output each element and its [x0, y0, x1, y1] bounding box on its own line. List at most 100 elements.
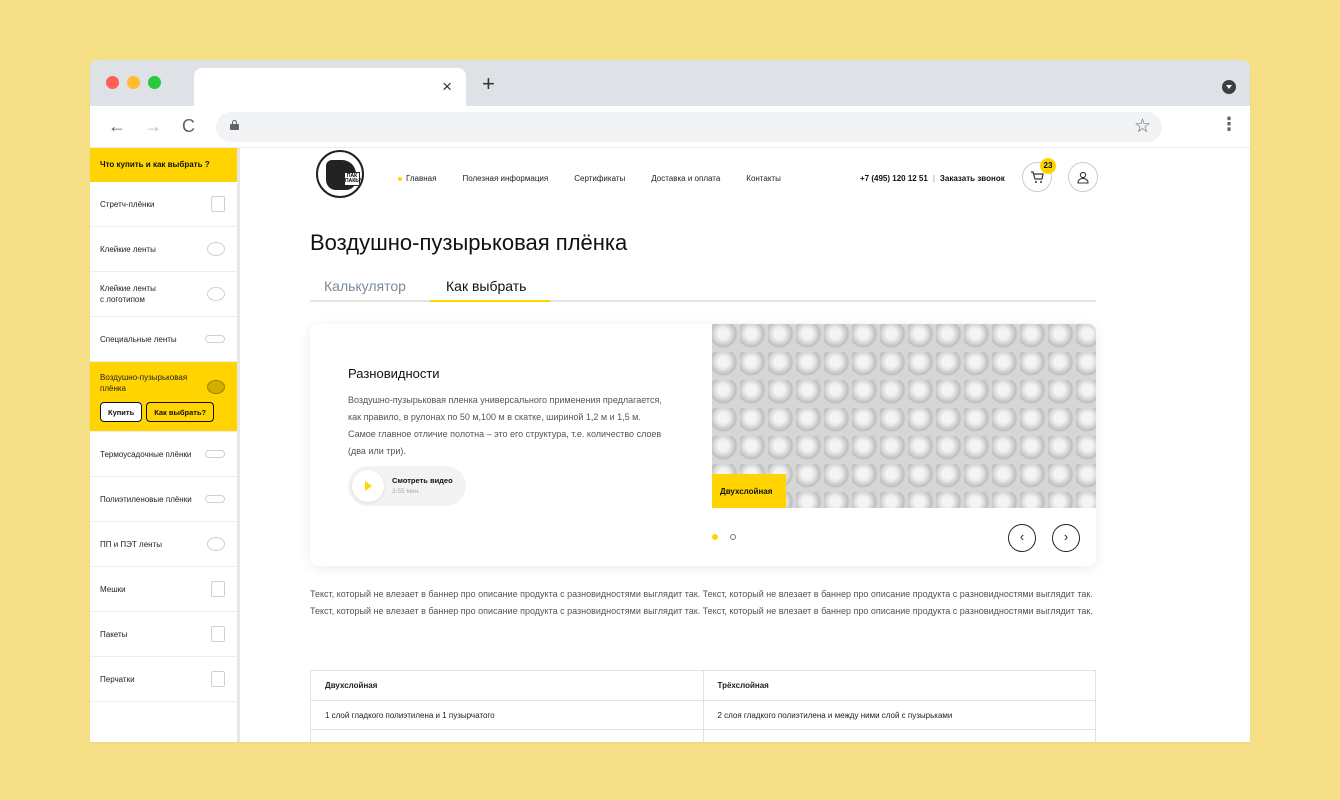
sidebar-item-label: Термоусадочные плёнки	[100, 449, 192, 459]
sack-icon	[211, 581, 225, 597]
varieties-banner: Разновидности Воздушно-пузырьковая пленк…	[310, 324, 1096, 566]
nav-item-certificates[interactable]: Сертификаты	[574, 174, 625, 183]
web-page: Что купить и как выбрать ? Стретч-плёнки…	[90, 148, 1250, 742]
lock-icon	[230, 120, 239, 130]
logo-tape-icon	[207, 287, 225, 301]
sidebar-heading[interactable]: Что купить и как выбрать ?	[90, 148, 237, 182]
sidebar-item-stretch-film[interactable]: Стретч-плёнки	[90, 182, 237, 227]
bubble-wrap-icon	[207, 380, 225, 394]
sidebar-item-label: Клейкие ленты	[100, 244, 156, 254]
sidebar-item-gloves[interactable]: Перчатки	[90, 657, 237, 702]
video-title: Смотреть видео	[392, 476, 453, 485]
sidebar-item-label: Клейкие ленты с логотипом	[100, 284, 156, 304]
window-controls	[106, 76, 161, 89]
play-icon	[352, 470, 384, 502]
user-icon	[1077, 171, 1089, 184]
table-header-cell: Двухслойная	[310, 670, 704, 701]
cart-icon	[1031, 170, 1044, 183]
sidebar-item-label: Полиэтиленовые плёнки	[100, 494, 192, 504]
comparison-table: Двухслойная Трёхслойная 1 слой гладкого …	[310, 670, 1096, 742]
sidebar-item-pp-pet-tape[interactable]: ПП и ПЭТ ленты	[90, 522, 237, 567]
address-bar[interactable]	[216, 112, 1162, 142]
sidebar-item-polyethylene-film[interactable]: Полиэтиленовые плёнки	[90, 477, 237, 522]
sidebar-item-label: ПП и ПЭТ ленты	[100, 539, 162, 549]
video-duration: 3:55 мин.	[392, 488, 420, 495]
sidebar-item-label: Пакеты	[100, 629, 128, 639]
bookmark-star-icon[interactable]: ☆	[1134, 115, 1151, 138]
sidebar-item-bubble-wrap[interactable]: Воздушно-пузырьковая плёнка Купить Как в…	[90, 362, 237, 432]
sidebar-item-label: Стретч-плёнки	[100, 199, 155, 209]
active-tab-indicator	[430, 300, 550, 302]
table-row: 1 слой гладкого полиэтилена и 1 пузырчат…	[310, 700, 1096, 730]
header-contacts: +7 (495) 120 12 51 | Заказать звонок	[860, 174, 1005, 183]
sidebar-item-actions: Купить Как выбрать?	[100, 402, 227, 422]
browser-titlebar: × +	[90, 60, 1250, 106]
slider-next-button[interactable]: ›	[1052, 524, 1080, 552]
minimize-window-button[interactable]	[127, 76, 140, 89]
tab-calculator[interactable]: Калькулятор	[324, 278, 406, 294]
polyethylene-film-icon	[205, 495, 225, 503]
sidebar-item-shrink-film[interactable]: Термоусадочные плёнки	[90, 432, 237, 477]
table-cell	[702, 729, 1096, 742]
close-window-button[interactable]	[106, 76, 119, 89]
table-cell: 2 слоя гладкого полиэтилена и между ними…	[702, 700, 1096, 730]
tab-close-icon[interactable]: ×	[442, 77, 452, 97]
table-header-cell: Трёхслойная	[702, 670, 1096, 701]
sidebar-item-label: Мешки	[100, 584, 126, 594]
shrink-film-icon	[205, 450, 225, 458]
reload-button[interactable]: C	[182, 116, 195, 136]
pagination-dot-active[interactable]	[712, 534, 718, 540]
callback-link[interactable]: Заказать звонок	[940, 174, 1005, 183]
maximize-window-button[interactable]	[148, 76, 161, 89]
sidebar-item-packets[interactable]: Пакеты	[90, 612, 237, 657]
table-row	[310, 729, 1096, 742]
table-header-row: Двухслойная Трёхслойная	[310, 670, 1096, 701]
how-to-choose-button[interactable]: Как выбрать?	[146, 402, 215, 422]
banner-description: Воздушно-пузырьковая пленка универсально…	[348, 395, 662, 456]
account-button[interactable]	[1068, 162, 1098, 192]
table-cell	[310, 729, 704, 742]
overflow-description: Текст, который не влезает в баннер про о…	[310, 589, 1093, 616]
profile-menu-icon[interactable]	[1222, 80, 1236, 94]
nav-item-useful-info[interactable]: Полезная информация	[462, 174, 548, 183]
slide-label: Двухслойная	[712, 474, 786, 508]
sidebar-item-label: Специальные ленты	[100, 334, 177, 344]
phone-number[interactable]: +7 (495) 120 12 51	[860, 174, 928, 183]
browser-menu-icon[interactable]: ⋮	[1220, 114, 1238, 135]
site-logo[interactable]: ПАК ПАКЫЧ	[316, 150, 364, 198]
buy-button[interactable]: Купить	[100, 402, 143, 422]
banner-heading: Разновидности	[348, 366, 440, 381]
page-title: Воздушно-пузырьковая плёнка	[310, 230, 628, 255]
packet-icon	[211, 626, 225, 642]
slider-prev-button[interactable]: ‹	[1008, 524, 1036, 552]
browser-tab[interactable]: ×	[194, 68, 466, 106]
sidebar-item-special-tape[interactable]: Специальные ленты	[90, 317, 237, 362]
back-button[interactable]: ←	[108, 116, 126, 136]
forward-button[interactable]: →	[144, 116, 162, 136]
sidebar-item-adhesive-tape[interactable]: Клейкие ленты	[90, 227, 237, 272]
sidebar-item-bags[interactable]: Мешки	[90, 567, 237, 612]
pagination-dot[interactable]	[730, 534, 736, 540]
tape-roll-icon	[207, 242, 225, 256]
cart-count-badge: 23	[1040, 158, 1056, 174]
content-tabs: Калькулятор Как выбрать	[310, 272, 1096, 302]
nav-item-contacts[interactable]: Контакты	[746, 174, 781, 183]
watch-video-button[interactable]: Смотреть видео 3:55 мин.	[348, 466, 466, 506]
special-tape-icon	[205, 335, 225, 343]
logo-badge: ПАК ПАКЫЧ	[344, 172, 364, 186]
nav-item-delivery[interactable]: Доставка и оплата	[651, 174, 720, 183]
stretch-film-icon	[211, 196, 225, 212]
nav-item-home[interactable]: Главная	[398, 174, 436, 183]
slider-pagination	[712, 534, 736, 540]
top-navigation: Главная Полезная информация Сертификаты …	[398, 174, 781, 183]
new-tab-button[interactable]: +	[482, 73, 495, 95]
sidebar-item-label: Перчатки	[100, 674, 135, 684]
table-cell: 1 слой гладкого полиэтилена и 1 пузырчат…	[310, 700, 704, 730]
glove-icon	[211, 671, 225, 687]
browser-window: × + ← → C ☆ ⋮ Что купить и как выбрать ?…	[90, 60, 1250, 742]
sidebar-item-logo-tape[interactable]: Клейкие ленты с логотипом	[90, 272, 237, 317]
browser-toolbar: ← → C ☆ ⋮	[90, 106, 1250, 148]
header-separator: |	[932, 174, 935, 183]
tab-how-to-choose[interactable]: Как выбрать	[446, 278, 526, 294]
category-sidebar: Что купить и как выбрать ? Стретч-плёнки…	[90, 148, 240, 742]
